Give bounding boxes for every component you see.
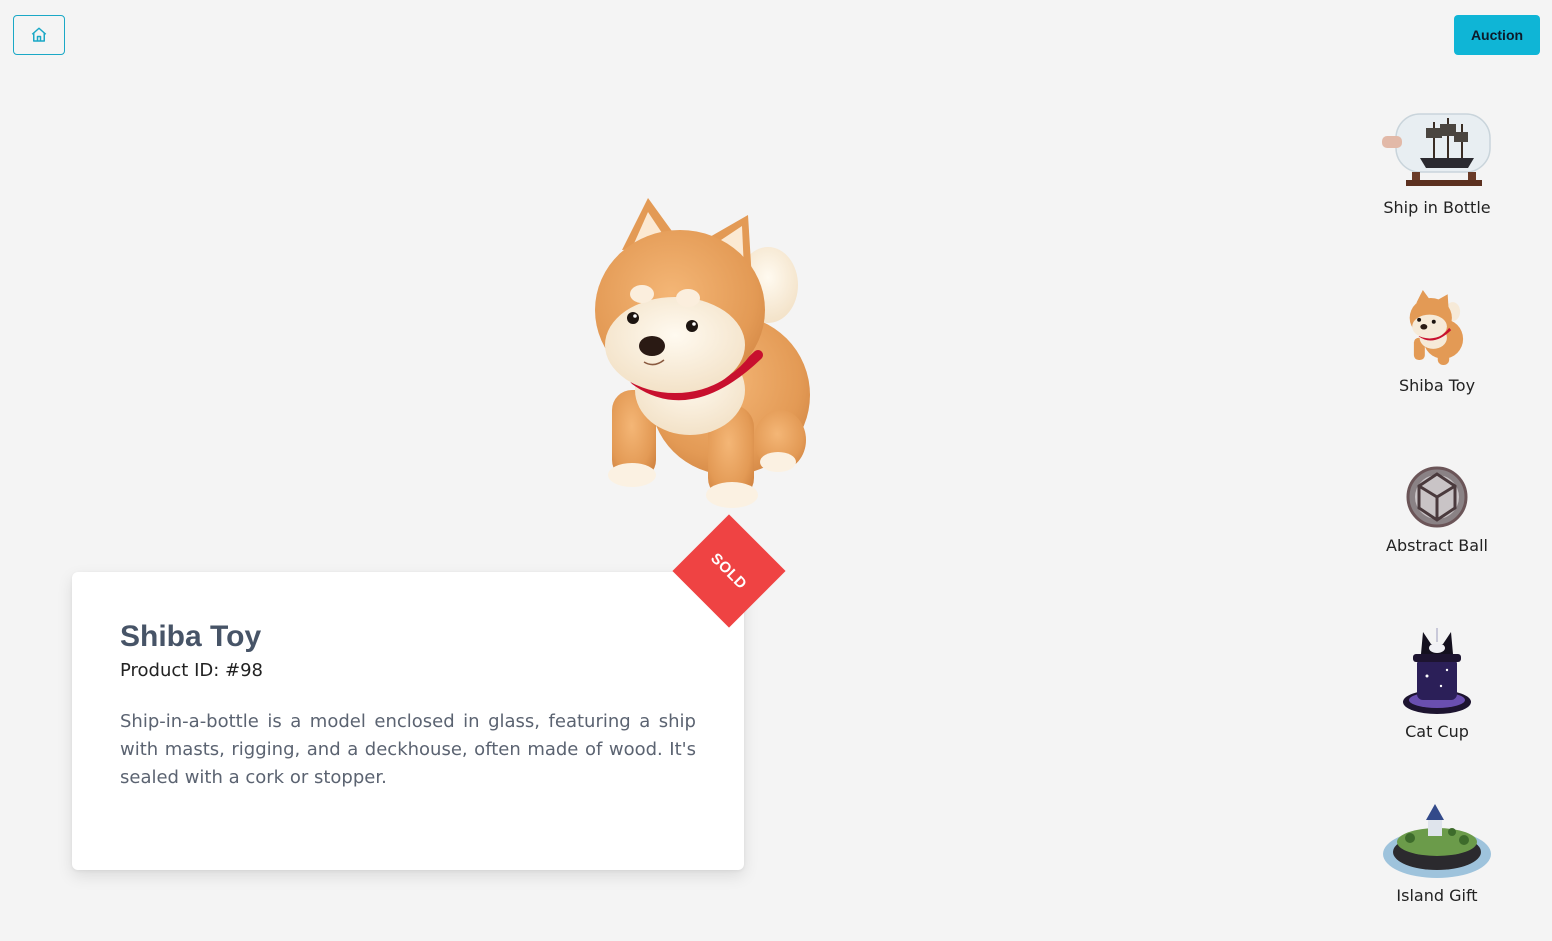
auction-button[interactable]: Auction xyxy=(1454,15,1540,55)
shiba-model-3d[interactable] xyxy=(580,190,830,520)
cat-cup-thumbnail xyxy=(1403,628,1471,714)
product-description: Ship-in-a-bottle is a model enclosed in … xyxy=(120,711,696,788)
sidebar-item-ship-in-bottle[interactable]: Ship in Bottle xyxy=(1367,110,1507,217)
sold-badge-label: SOLD xyxy=(707,549,751,593)
sidebar-item-label: Island Gift xyxy=(1396,886,1478,905)
shiba-toy-thumbnail xyxy=(1409,289,1464,366)
island-gift-thumbnail xyxy=(1383,804,1491,878)
sidebar-item-shiba-toy[interactable]: Shiba Toy xyxy=(1367,288,1507,395)
product-title: Shiba Toy xyxy=(120,620,262,653)
sidebar-item-label: Abstract Ball xyxy=(1386,536,1488,555)
sidebar-item-label: Shiba Toy xyxy=(1398,376,1476,395)
abstract-ball-thumbnail xyxy=(1406,466,1468,528)
sidebar-item-island-gift[interactable]: Island Gift xyxy=(1367,804,1507,905)
sidebar-item-abstract-ball[interactable]: Abstract Ball xyxy=(1367,464,1507,555)
sidebar-item-label: Ship in Bottle xyxy=(1383,198,1491,217)
sidebar-item-label: Cat Cup xyxy=(1405,722,1469,741)
product-id: Product ID: #98 xyxy=(120,660,264,681)
home-button[interactable] xyxy=(13,15,65,55)
product-info-card: Shiba Toy Product ID: #98 Ship-in-a-bott… xyxy=(72,572,744,870)
home-icon xyxy=(31,27,47,42)
page: Auction Shiba Toy Product ID: #98 Ship-i… xyxy=(0,0,1552,941)
ship-in-bottle-thumbnail xyxy=(1382,113,1491,186)
sidebar-item-cat-cup[interactable]: Cat Cup xyxy=(1367,628,1507,741)
